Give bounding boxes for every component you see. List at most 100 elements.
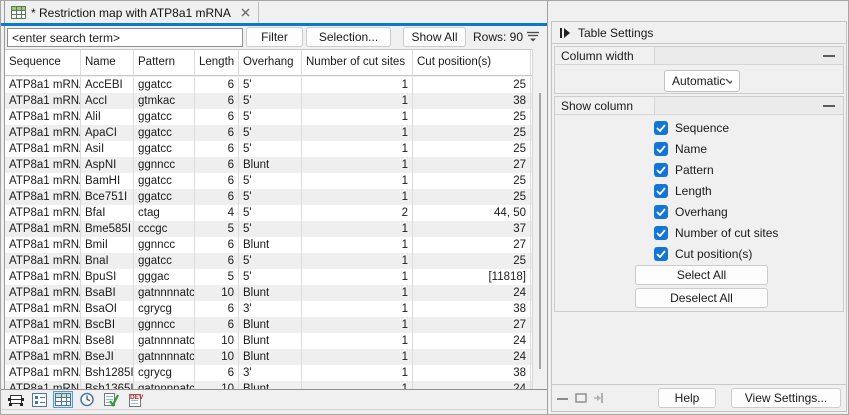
table-settings-panel: Table Settings Column width Automatic (551, 21, 847, 412)
table-cell: BsaBI (81, 285, 134, 301)
help-button[interactable]: Help (658, 388, 716, 408)
column-header[interactable]: Length (195, 50, 239, 75)
table-cell: 25 (413, 109, 531, 125)
table-row[interactable]: ATP8a1 mRNABsh1365Igatnnnnatc10Blunt124 (5, 381, 532, 389)
checkbox-icon[interactable] (654, 247, 668, 261)
table-row[interactable]: ATP8a1 mRNABamHIggatcc65'125 (5, 173, 532, 189)
vertical-scrollbar[interactable] (532, 49, 547, 389)
column-header[interactable]: Name (81, 50, 134, 75)
restriction-map-view-icon[interactable] (5, 391, 25, 408)
show-column-option[interactable]: Overhang (654, 204, 778, 219)
table-row[interactable]: ATP8a1 mRNABsh1285Icgrycg63'138 (5, 365, 532, 381)
column-width-dropdown[interactable]: Automatic (664, 70, 740, 92)
group-title: Show column (561, 99, 633, 113)
table-row[interactable]: ATP8a1 mRNABscBIggnncc6Blunt127 (5, 317, 532, 333)
selection-button[interactable]: Selection... (306, 27, 391, 47)
table-cell: 5' (239, 221, 302, 237)
checkbox-icon[interactable] (654, 142, 668, 156)
show-column-option[interactable]: Cut position(s) (654, 246, 778, 261)
table-cell: 1 (302, 221, 413, 237)
show-column-option[interactable]: Number of cut sites (654, 225, 778, 240)
table-cell: ATP8a1 mRNA (5, 333, 81, 349)
table-row[interactable]: ATP8a1 mRNABsaBIgatnnnnatc10Blunt124 (5, 285, 532, 301)
table-body: ATP8a1 mRNAAccEBIggatcc65'125ATP8a1 mRNA… (5, 77, 532, 389)
filter-options-icon[interactable] (526, 31, 540, 45)
collapse-group-icon[interactable] (823, 105, 835, 107)
table-cell: 24 (413, 333, 531, 349)
checkbox-icon[interactable] (654, 121, 668, 135)
column-header[interactable]: Sequence (5, 50, 81, 75)
table-cell: 5' (239, 269, 302, 285)
column-header[interactable]: Number of cut sites (302, 50, 413, 75)
table-cell: 10 (195, 333, 239, 349)
history-view-icon[interactable] (77, 391, 97, 408)
select-all-button[interactable]: Select All (635, 265, 768, 285)
table-cell: ATP8a1 mRNA (5, 269, 81, 285)
filter-button[interactable]: Filter (246, 27, 303, 47)
table-cell: 6 (195, 157, 239, 173)
table-cell: AspNI (81, 157, 134, 173)
checkbox-icon[interactable] (654, 163, 668, 177)
table-cell: 1 (302, 333, 413, 349)
checkbox-icon[interactable] (654, 226, 668, 240)
element-check-view-icon[interactable] (101, 391, 121, 408)
minimize-panel-icon[interactable] (556, 394, 569, 403)
table-row[interactable]: ATP8a1 mRNAApaCIggatcc65'125 (5, 125, 532, 141)
deselect-all-button[interactable]: Deselect All (635, 288, 768, 308)
show-column-option[interactable]: Sequence (654, 120, 778, 135)
table-cell: ATP8a1 mRNA (5, 221, 81, 237)
table-row[interactable]: ATP8a1 mRNABnaIggatcc65'125 (5, 253, 532, 269)
column-header[interactable]: Pattern (134, 50, 195, 75)
show-column-group-header[interactable]: Show column (555, 97, 843, 115)
table-cell: BmiI (81, 237, 134, 253)
table-row[interactable]: ATP8a1 mRNABce751Iggatcc65'125 (5, 189, 532, 205)
column-header[interactable]: Overhang (239, 50, 302, 75)
table-row[interactable]: ATP8a1 mRNAAliIggatcc65'125 (5, 109, 532, 125)
table-cell: 1 (302, 269, 413, 285)
table-settings-header[interactable]: Table Settings (552, 22, 846, 44)
table-cell: 6 (195, 141, 239, 157)
table-cell: ggatcc (134, 189, 195, 205)
table-row[interactable]: ATP8a1 mRNAAccIgtmkac65'138 (5, 93, 532, 109)
table-cell: ATP8a1 mRNA (5, 285, 81, 301)
show-all-button[interactable]: Show All (403, 27, 466, 47)
show-column-option[interactable]: Length (654, 183, 778, 198)
table-view-icon[interactable] (53, 391, 73, 408)
dock-panel-icon[interactable] (593, 393, 605, 403)
table-row[interactable]: ATP8a1 mRNABmiIggnncc6Blunt127 (5, 237, 532, 253)
table-cell: 25 (413, 125, 531, 141)
checkbox-icon[interactable] (654, 184, 668, 198)
table-row[interactable]: ATP8a1 mRNABfaIctag45'244, 50 (5, 205, 532, 221)
table-row[interactable]: ATP8a1 mRNABpuSIgggac55'1[11818] (5, 269, 532, 285)
close-icon[interactable] (241, 8, 250, 17)
rows-count-label: Rows: 90 (473, 30, 523, 44)
table-row[interactable]: ATP8a1 mRNAAspNIggnncc6Blunt127 (5, 157, 532, 173)
element-info-view-icon[interactable] (29, 391, 49, 408)
table-cell: Blunt (239, 381, 302, 389)
table-row[interactable]: ATP8a1 mRNABsaOIcgrycg63'138 (5, 301, 532, 317)
show-column-option[interactable]: Pattern (654, 162, 778, 177)
float-panel-icon[interactable] (575, 393, 587, 403)
checkbox-icon[interactable] (654, 205, 668, 219)
view-settings-button[interactable]: View Settings... (731, 388, 841, 408)
table-cell: ggatcc (134, 173, 195, 189)
scrollbar-thumb[interactable] (539, 93, 541, 369)
table-row[interactable]: ATP8a1 mRNAAsiIggatcc65'125 (5, 141, 532, 157)
table-row[interactable]: ATP8a1 mRNABse8Igatnnnnatc10Blunt124 (5, 333, 532, 349)
collapse-group-icon[interactable] (823, 55, 835, 57)
table-cell: ggatcc (134, 77, 195, 93)
group-title: Column width (561, 49, 634, 63)
column-header[interactable]: Cut position(s) (413, 50, 531, 75)
table-row[interactable]: ATP8a1 mRNABseJIgatnnnnatc10Blunt124 (5, 349, 532, 365)
group-header-strip (654, 97, 843, 114)
table-cell: gatnnnnatc (134, 349, 195, 365)
tab-restriction-map[interactable]: * Restriction map with ATP8a1 mRNA (5, 2, 259, 23)
show-column-option[interactable]: Name (654, 141, 778, 156)
table-row[interactable]: ATP8a1 mRNAAccEBIggatcc65'125 (5, 77, 532, 93)
search-input[interactable] (7, 28, 243, 47)
table-cell: 5' (239, 173, 302, 189)
dev-view-icon[interactable]: DEV (125, 391, 145, 408)
column-width-group-header[interactable]: Column width (555, 47, 843, 65)
table-row[interactable]: ATP8a1 mRNABme585Icccgc55'137 (5, 221, 532, 237)
table-cell: ATP8a1 mRNA (5, 125, 81, 141)
